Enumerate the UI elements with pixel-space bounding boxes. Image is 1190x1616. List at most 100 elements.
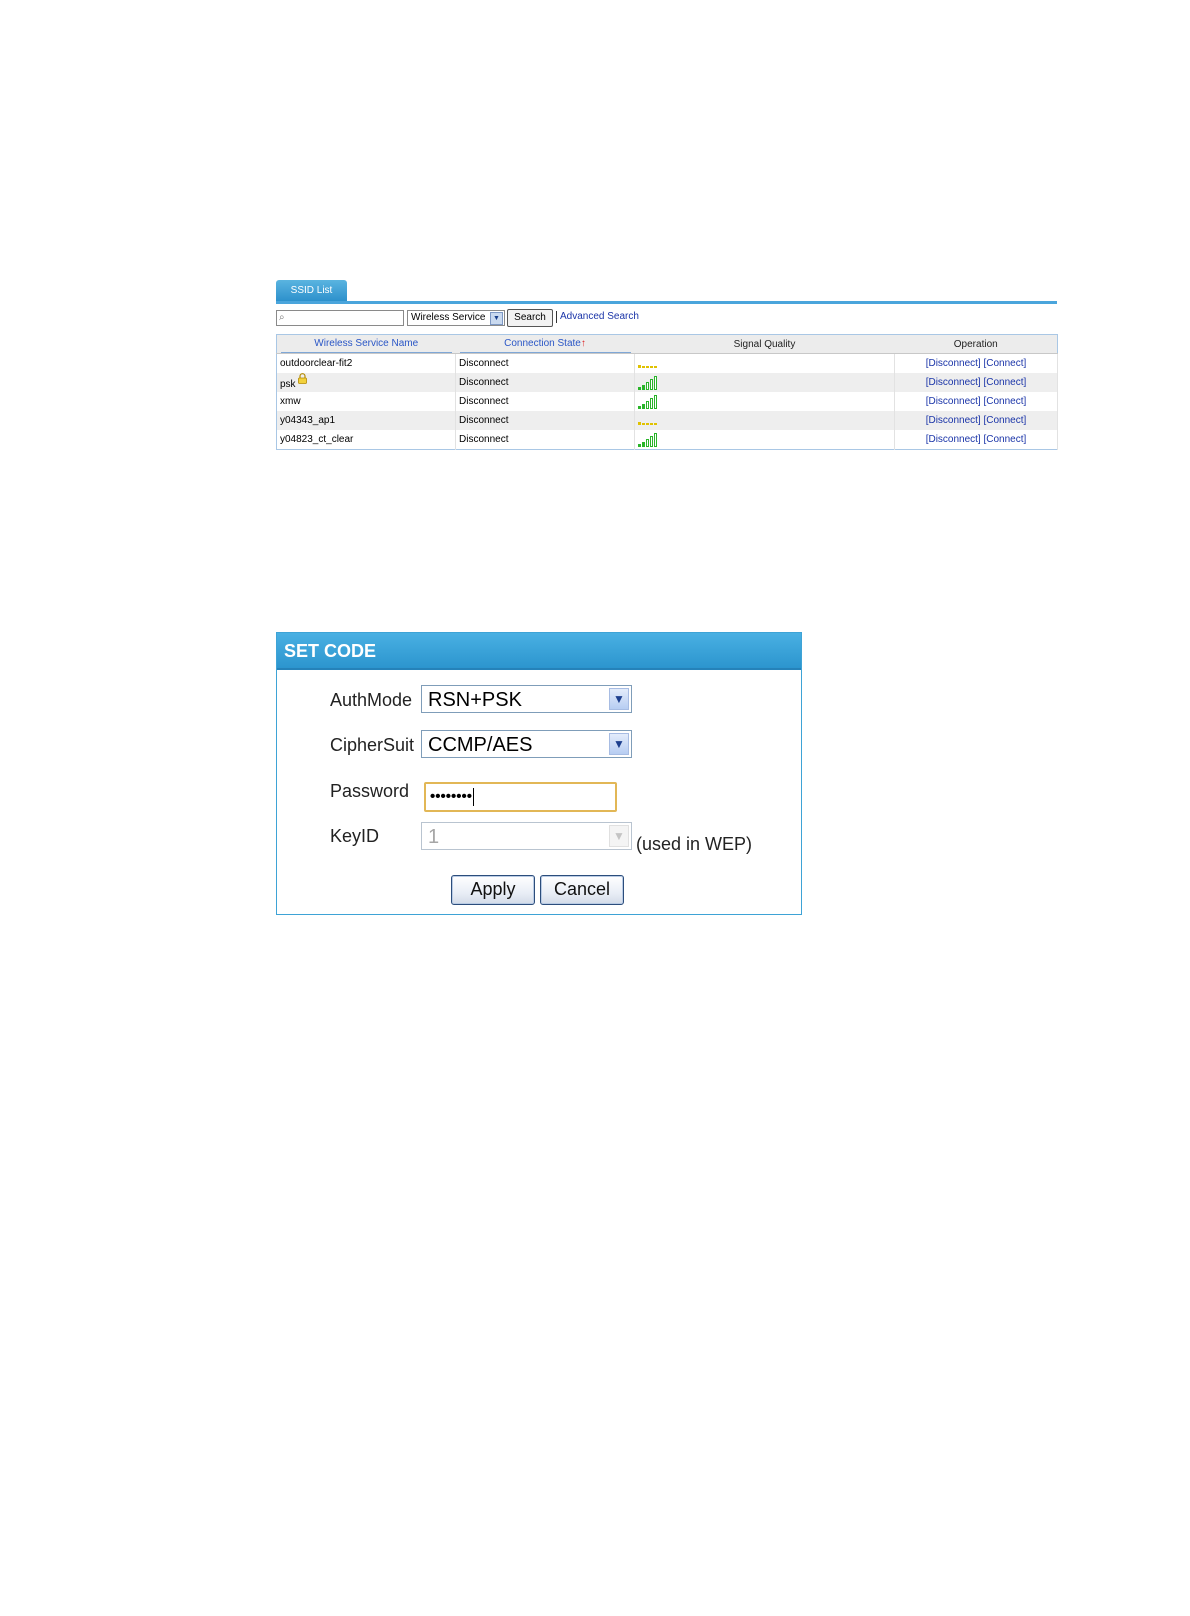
- password-mask: ••••••••: [430, 786, 475, 808]
- column-header-label: Connection State: [504, 338, 581, 349]
- column-header-label: Wireless Service Name: [281, 335, 452, 353]
- cell-service-name: psk: [276, 372, 456, 392]
- signal-strength-icon: [638, 375, 658, 390]
- connect-link[interactable]: [Connect]: [984, 396, 1027, 407]
- filter-select[interactable]: Wireless Service ▼: [407, 310, 505, 326]
- signal-bar: [646, 400, 649, 409]
- lock-icon: [297, 372, 307, 384]
- connect-link[interactable]: [Connect]: [984, 434, 1027, 445]
- signal-bar: [650, 435, 653, 447]
- signal-bar: [650, 397, 653, 409]
- signal-bar: [638, 386, 641, 390]
- connect-link[interactable]: [Connect]: [984, 358, 1027, 369]
- signal-bar: [650, 378, 653, 390]
- signal-bar: [654, 422, 657, 425]
- chevron-down-icon[interactable]: ▼: [490, 312, 503, 325]
- signal-bar: [646, 438, 649, 447]
- cell-signal-quality: [634, 392, 895, 411]
- signal-bar: [642, 384, 645, 390]
- table-row: xmw Disconnect [Disconnect] [Connect]: [276, 392, 1058, 411]
- signal-bar: [654, 365, 657, 368]
- signal-bar: [638, 443, 641, 447]
- cell-connection-state: Disconnect: [455, 392, 635, 411]
- cell-connection-state: Disconnect: [455, 353, 635, 373]
- tab-strip: SSID List: [276, 280, 1057, 305]
- cancel-button[interactable]: Cancel: [540, 875, 624, 905]
- authmode-select[interactable]: RSN+PSK ▼: [421, 685, 632, 713]
- service-name: outdoorclear-fit2: [280, 358, 353, 369]
- cell-operation: [Disconnect] [Connect]: [894, 353, 1058, 373]
- keyid-value: 1: [428, 826, 440, 848]
- signal-bar: [650, 365, 653, 368]
- filter-select-value: Wireless Service: [411, 312, 486, 323]
- signal-bar: [638, 364, 641, 368]
- signal-bar: [638, 421, 641, 425]
- cell-signal-quality: [634, 411, 895, 430]
- search-button[interactable]: Search: [507, 309, 553, 327]
- signal-strength-icon: [638, 414, 658, 428]
- keyid-hint: (used in WEP): [636, 834, 753, 854]
- disconnect-link[interactable]: [Disconnect]: [926, 358, 981, 369]
- ciphersuit-label: CipherSuit: [330, 735, 415, 755]
- table-row: psk Disconnect [Disconnect] [Connect]: [276, 372, 1058, 392]
- password-label: Password: [330, 781, 410, 801]
- ssid-list-panel: SSID List ⌕ Wireless Service ▼ Search Ad…: [276, 280, 1058, 460]
- dialog-title: SET CODE: [277, 633, 801, 670]
- cell-signal-quality: [634, 353, 895, 373]
- advanced-search-link[interactable]: Advanced Search: [560, 311, 639, 323]
- disconnect-link[interactable]: [Disconnect]: [926, 396, 981, 407]
- ssid-table-body: outdoorclear-fit2 Disconnect [Disconnect] …: [276, 353, 1058, 450]
- toolbar-divider: [556, 311, 557, 323]
- signal-bar: [642, 422, 645, 425]
- column-header-connection-state[interactable]: Connection State↑: [455, 334, 635, 354]
- password-field[interactable]: ••••••••: [424, 782, 617, 812]
- keyid-label: KeyID: [330, 826, 380, 846]
- signal-strength-icon: [638, 394, 658, 409]
- set-code-dialog: SET CODE AuthMode RSN+PSK ▼ CipherSuit C…: [276, 632, 802, 915]
- signal-bar: [646, 422, 649, 425]
- search-icon: ⌕: [279, 312, 285, 323]
- column-header-label-wrap: Connection State↑: [459, 335, 631, 353]
- disconnect-link[interactable]: [Disconnect]: [926, 415, 981, 426]
- connect-link[interactable]: [Connect]: [984, 377, 1027, 388]
- authmode-value: RSN+PSK: [428, 689, 522, 711]
- table-row: y04343_ap1 Disconnect [Disconnect] [Connec…: [276, 411, 1058, 430]
- sort-arrow-icon: ↑: [580, 338, 586, 349]
- ssid-table: Wireless Service Name Connection State↑ …: [276, 334, 1058, 450]
- chevron-down-icon[interactable]: ▼: [609, 733, 629, 755]
- keyid-select: 1 ▼: [421, 822, 632, 850]
- signal-strength-icon: [638, 357, 658, 371]
- cell-operation: [Disconnect] [Connect]: [894, 392, 1058, 411]
- service-name: psk: [280, 378, 296, 390]
- signal-bar: [646, 365, 649, 368]
- cell-operation: [Disconnect] [Connect]: [894, 430, 1058, 450]
- column-header-service-name[interactable]: Wireless Service Name: [276, 334, 456, 354]
- service-name: y04823_ct_clear: [280, 434, 354, 445]
- connect-link[interactable]: [Connect]: [984, 415, 1027, 426]
- signal-bar: [638, 405, 641, 409]
- search-field[interactable]: ⌕: [276, 310, 404, 326]
- search-input[interactable]: [289, 311, 399, 324]
- disconnect-link[interactable]: [Disconnect]: [926, 377, 981, 388]
- apply-button[interactable]: Apply: [451, 875, 535, 905]
- signal-strength-icon: [638, 432, 658, 447]
- cell-connection-state: Disconnect: [455, 373, 635, 392]
- signal-bar: [650, 422, 653, 425]
- column-header-label: Operation: [953, 338, 998, 350]
- chevron-down-icon[interactable]: ▼: [609, 688, 629, 710]
- tab-ssid-list[interactable]: SSID List: [276, 280, 347, 302]
- tab-underline: [276, 301, 1057, 304]
- column-header-signal-quality: Signal Quality: [634, 334, 895, 354]
- table-header-row: Wireless Service Name Connection State↑ …: [276, 334, 1058, 354]
- cell-service-name: outdoorclear-fit2: [276, 353, 456, 373]
- column-header-label: Signal Quality: [733, 338, 796, 350]
- cell-signal-quality: [634, 430, 895, 450]
- disconnect-link[interactable]: [Disconnect]: [926, 434, 981, 445]
- ciphersuit-value: CCMP/AES: [428, 734, 533, 756]
- service-name: y04343_ap1: [280, 415, 336, 426]
- cell-service-name: y04343_ap1: [276, 411, 456, 430]
- ciphersuit-select[interactable]: CCMP/AES ▼: [421, 730, 632, 758]
- password-dots: ••••••••: [430, 788, 473, 805]
- signal-bar: [642, 441, 645, 447]
- search-toolbar: ⌕ Wireless Service ▼ Search Advanced Sea…: [276, 309, 1057, 329]
